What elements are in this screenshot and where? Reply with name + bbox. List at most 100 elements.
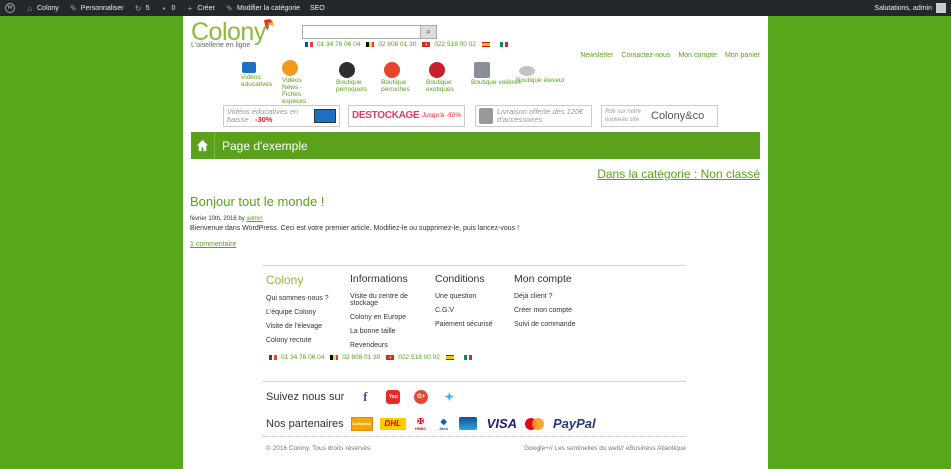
hsbc-mark-icon: ✠ (417, 416, 424, 426)
home-icon: ⌂ (27, 3, 32, 13)
exotic-bird-icon (429, 62, 445, 78)
post-title[interactable]: Bonjour tout le monde ! (190, 194, 750, 209)
category-nav: Vidéos éducatives Vidéos News - Fiches e… (183, 60, 768, 110)
new-content-menu[interactable]: + Créer (180, 0, 220, 16)
footer-link[interactable]: Une question (435, 293, 493, 300)
nav-boutique-perroquets[interactable]: Boutique perroquets (336, 62, 386, 93)
follow-label: Suivez nous sur (266, 391, 345, 403)
brush-icon: ✎ (69, 3, 77, 13)
seo-menu[interactable]: SEO (305, 0, 330, 16)
wordpress-menu[interactable]: W (0, 0, 20, 16)
banner-videos[interactable]: Vidéos éducatives en baisse : -30% (223, 105, 340, 127)
contact-link[interactable]: Contactez-nous (621, 52, 670, 59)
footer-about: Colony Qui sommes-nous ? L'équipe Colony… (266, 273, 329, 351)
flag-be-icon (366, 42, 375, 47)
facebook-icon[interactable]: f (358, 389, 372, 404)
footer-heading: Mon compte (514, 273, 572, 285)
site-name-menu[interactable]: ⌂ Colony (20, 0, 64, 16)
nav-boutique-volieres[interactable]: Boutique volières (471, 62, 521, 86)
flag-it-icon (499, 42, 508, 47)
footer-link[interactable]: Colony en Europe (350, 314, 420, 321)
visa-logo: VISA (486, 416, 517, 431)
banner-colonyco[interactable]: Rdv sur notre nouveau site Colony&co (601, 105, 718, 127)
play-icon (282, 60, 298, 76)
comments-link[interactable]: 1 commentaire (190, 241, 750, 248)
site-logo[interactable]: Colony L'oisellerie en ligne (191, 18, 274, 49)
parrot-icon (339, 62, 355, 78)
flag-be-icon (330, 355, 339, 360)
updates-count: 5 (145, 4, 150, 12)
footer-link[interactable]: Visite de l'élevage (266, 323, 329, 330)
customize-menu[interactable]: ✎ Personnaliser (64, 0, 129, 16)
nav-boutique-perruches[interactable]: Boutique perruches (381, 62, 431, 93)
plus-icon: + (187, 3, 193, 13)
comment-icon: ▪ (162, 3, 166, 13)
footer-link[interactable]: Suivi de commande (514, 321, 575, 328)
newsletter-link[interactable]: Newsletter (580, 52, 613, 59)
home-icon (196, 139, 209, 152)
footer-phones: 01 34 76 06 04 02 808 01 30 +022 518 00 … (263, 354, 476, 361)
author-link[interactable]: admin (246, 216, 262, 222)
category-link[interactable]: Dans la catégorie : Non classé (597, 167, 760, 181)
edit-category-menu[interactable]: ✎ Modifier la catégorie (220, 0, 305, 16)
page-container: Colony L'oisellerie en ligne ⌕ 01 34 76 … (183, 16, 768, 469)
google-plus-icon[interactable]: G+ (414, 390, 429, 404)
cart-link[interactable]: Mon panier (725, 52, 760, 59)
nav-videos-news[interactable]: Vidéos News - Fiches espèces (282, 60, 312, 105)
credits[interactable]: Google+// Les sentinelles du web// eBusi… (524, 445, 686, 452)
updates-icon: ↻ (134, 3, 142, 13)
site-name: Colony (37, 4, 59, 12)
top-links: Newsletter Contactez-nous Mon compte Mon… (580, 52, 760, 59)
comments-menu[interactable]: ▪ 0 (155, 0, 181, 16)
post-content: Bienvenue dans WordPress. Ceci est votre… (190, 225, 520, 232)
nav-boutique-eleveur[interactable]: Boutique éleveur (516, 66, 566, 84)
footer-link[interactable]: Paiement sécurisé (435, 321, 493, 328)
footer-link[interactable]: Visite du centre de stockage (350, 293, 420, 307)
footer-link[interactable]: Qui sommes-nous ? (266, 295, 329, 302)
parrot-logo-icon (264, 19, 274, 31)
header-phones: 01 34 76 06 04 02 808 01 30 +022 518 00 … (299, 41, 512, 48)
flag-it-icon (463, 355, 472, 360)
atos-mark-icon: ◆ (440, 416, 447, 426)
youtube-icon[interactable]: You (386, 390, 401, 404)
footer-logo[interactable]: Colony (266, 273, 329, 287)
footer-link[interactable]: Déjà client ? (514, 293, 575, 300)
flag-ch-icon: + (422, 42, 431, 48)
nav-boutique-exotiques[interactable]: Boutique exotiques (426, 62, 476, 93)
carte-bleue-logo (458, 417, 477, 430)
footer-link[interactable]: C.G.V (435, 307, 493, 314)
twitter-icon[interactable]: ✦ (442, 390, 456, 404)
search-input[interactable] (303, 26, 420, 38)
search-icon: ⌕ (426, 27, 431, 36)
monitor-icon (314, 109, 336, 123)
home-button[interactable] (191, 132, 215, 159)
partners-label: Nos partenaires (266, 417, 344, 430)
pencil-icon: ✎ (226, 3, 233, 13)
footer-link[interactable]: L'équipe Colony (266, 309, 329, 316)
phone-be: 02 808 01 30 (378, 41, 417, 48)
title-bar: Page d'exemple (191, 132, 760, 159)
my-account-menu[interactable]: Salutations, admin (869, 0, 951, 16)
footer-link[interactable]: La bonne taille (350, 328, 420, 335)
footer-divider-mid (263, 381, 685, 382)
footer-divider-top (263, 265, 685, 266)
colissimo-logo: Colissimo (350, 416, 373, 431)
hsbc-logo: ✠ HSBC (414, 416, 427, 431)
partners-row: Nos partenaires Colissimo DHL ✠ HSBC ◆ Ato… (266, 416, 596, 431)
footer-link[interactable]: Revendeurs (350, 342, 420, 349)
phone-ch: 022 518 00 02 (434, 41, 476, 48)
post-meta: février 10th, 2016 by admin (190, 216, 263, 222)
atos-logo: ◆ Atos (439, 416, 449, 431)
banner-destockage[interactable]: DESTOCKAGE Jusqu'à -50% (348, 105, 465, 127)
search-box: ⌕ (302, 25, 437, 39)
footer-account: Mon compte Déjà client ? Créer mon compt… (514, 273, 575, 335)
copyright: © 2016 Colony. Tous droits réservés. (266, 445, 373, 452)
footer-link[interactable]: Colony recrute (266, 337, 329, 344)
flag-es-icon (445, 355, 454, 360)
footer-link[interactable]: Créer mon compte (514, 307, 575, 314)
banner-delivery[interactable]: Livraison offerte dès 120€ d'accessoires (475, 105, 592, 127)
account-link[interactable]: Mon compte (678, 52, 717, 59)
aviary-icon (474, 62, 490, 78)
search-button[interactable]: ⌕ (420, 26, 436, 38)
updates-menu[interactable]: ↻ 5 (129, 0, 155, 16)
